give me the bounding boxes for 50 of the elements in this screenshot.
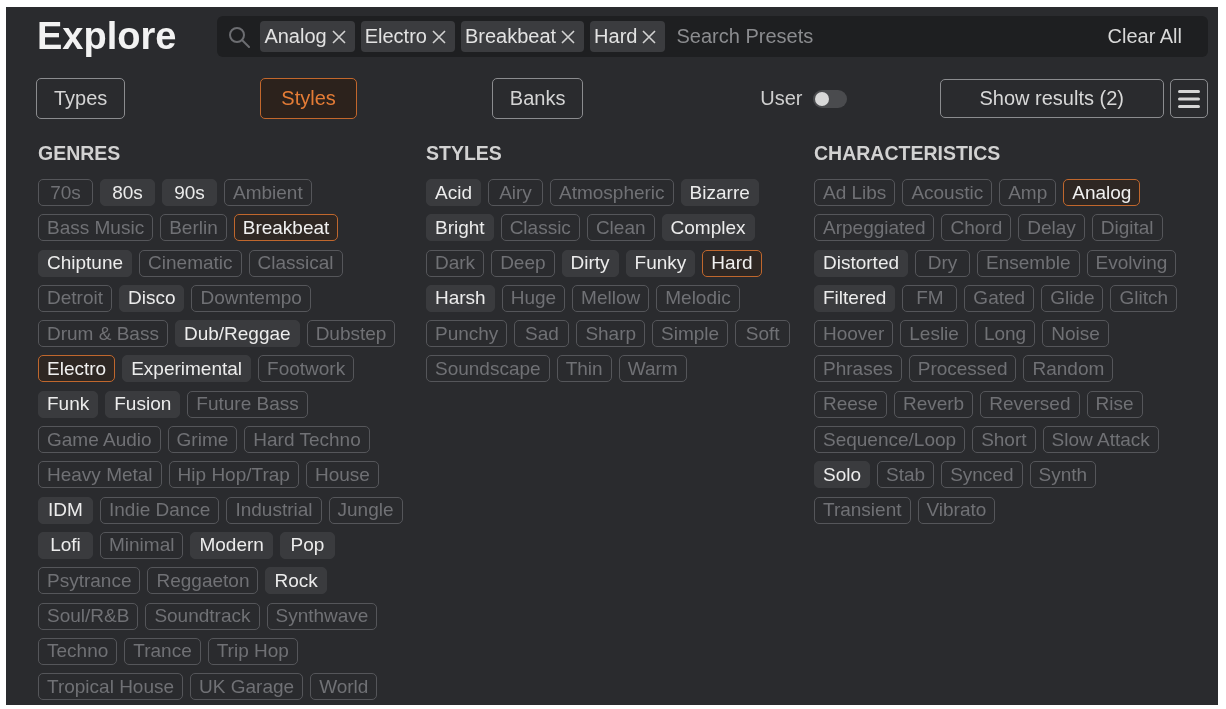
filter-tag[interactable]: Electro xyxy=(38,355,116,383)
filter-tag[interactable]: Fusion xyxy=(105,390,181,418)
category-tab[interactable]: Types xyxy=(36,78,126,119)
search-icon xyxy=(228,25,251,48)
filter-tag[interactable]: Funk xyxy=(38,390,99,418)
filter-tag[interactable]: Disco xyxy=(118,284,185,312)
close-icon[interactable] xyxy=(642,29,657,44)
filter-tag[interactable]: Hard xyxy=(702,249,762,277)
menu-icon[interactable] xyxy=(1178,89,1200,108)
close-icon[interactable] xyxy=(431,29,446,44)
filter-tag[interactable]: Rock xyxy=(265,567,327,595)
show-results-button[interactable]: Show results (2) xyxy=(939,79,1164,118)
toggle-label: User xyxy=(760,87,803,110)
toggle-switch[interactable] xyxy=(812,89,847,108)
section-heading: CHARACTERISTICS xyxy=(814,142,1002,164)
page-title: Explore xyxy=(37,15,177,58)
filter-tag[interactable]: Distorted xyxy=(814,249,909,277)
filter-tag[interactable]: Chiptune xyxy=(38,249,133,277)
filter-tag[interactable]: Complex xyxy=(661,214,755,242)
category-tab[interactable]: Banks xyxy=(491,78,584,119)
filter-tag[interactable]: Bright xyxy=(426,214,494,242)
close-icon[interactable] xyxy=(561,29,576,44)
category-tab[interactable]: Styles xyxy=(260,78,357,119)
filter-tag[interactable]: Lofi xyxy=(38,531,93,559)
filter-tag[interactable]: Dub/Reggae xyxy=(174,320,300,348)
clear-all-button[interactable]: Clear All xyxy=(1107,25,1182,48)
filter-tag[interactable]: Pop xyxy=(279,531,335,559)
filter-tag[interactable]: 80s xyxy=(100,179,155,206)
filter-tag[interactable]: Acid xyxy=(426,179,481,206)
filter-chip[interactable]: Breakbeat xyxy=(460,21,585,52)
close-icon[interactable] xyxy=(331,29,346,44)
filter-chip[interactable]: Analog xyxy=(260,21,355,52)
search-input[interactable]: Search Presets xyxy=(676,25,1108,48)
section-heading: GENRES xyxy=(38,142,122,164)
filter-chip[interactable]: Electro xyxy=(360,21,455,52)
filter-tag[interactable]: 90s xyxy=(162,179,217,206)
section-heading: STYLES xyxy=(426,142,503,164)
filter-tag[interactable]: Bizarre xyxy=(680,179,759,206)
filter-chip[interactable]: Hard xyxy=(590,21,666,52)
filter-tag[interactable]: IDM xyxy=(38,496,93,524)
filter-tag[interactable]: Solo xyxy=(814,461,871,489)
menu-button[interactable] xyxy=(1170,79,1208,118)
filter-tag[interactable]: Harsh xyxy=(426,284,495,312)
filter-tag[interactable]: Dirty xyxy=(561,249,619,277)
filter-tag[interactable]: Filtered xyxy=(814,284,896,312)
filter-tag[interactable]: Breakbeat xyxy=(233,214,339,242)
filter-tag[interactable]: Modern xyxy=(190,531,273,559)
filter-tag[interactable]: Analog xyxy=(1063,179,1141,206)
filter-tag[interactable]: Experimental xyxy=(122,355,252,383)
filter-tag[interactable]: Funky xyxy=(625,249,696,277)
